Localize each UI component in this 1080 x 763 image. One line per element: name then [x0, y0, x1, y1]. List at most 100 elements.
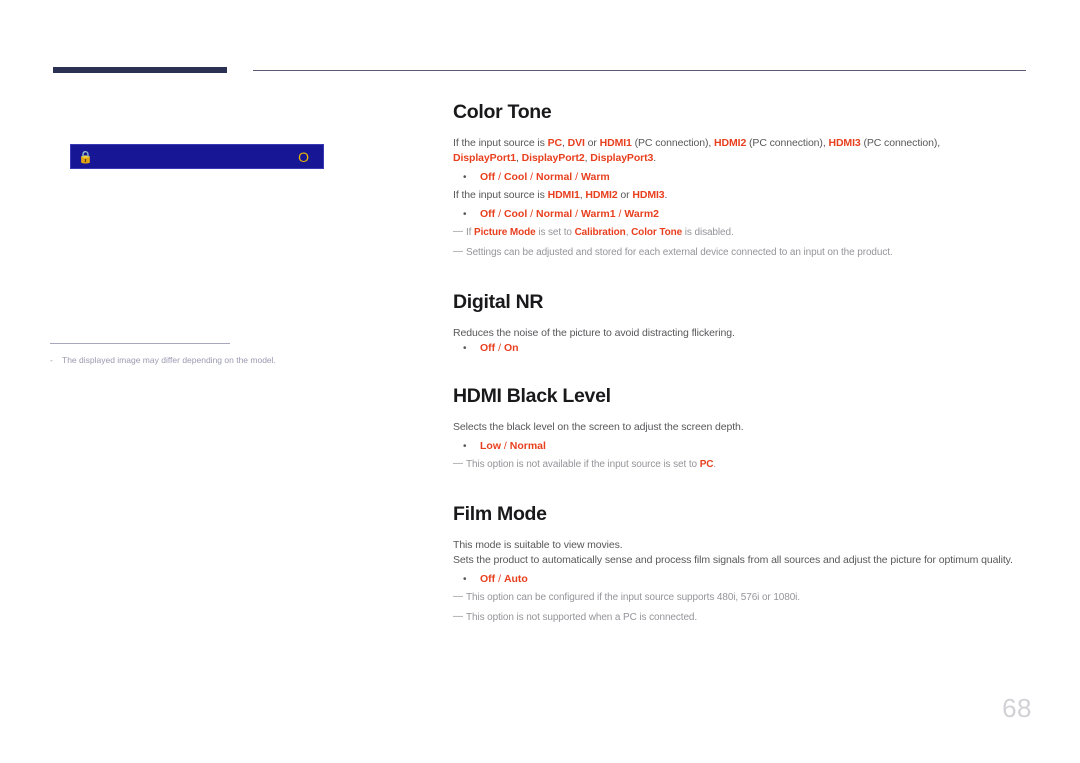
note-dash-icon: —	[453, 246, 463, 257]
body-frag-5: HDMI3	[632, 189, 665, 201]
note-frag-1: Picture Mode	[474, 227, 536, 238]
option-separator: /	[501, 440, 510, 452]
body-frag-8: (PC connection),	[746, 137, 829, 149]
option-value: Auto	[503, 573, 528, 585]
lock-icon: 🔒	[78, 150, 90, 164]
option-list: • Off / Cool / Normal / Warm1 / Warm2	[453, 207, 1028, 222]
bullet-icon: •	[463, 441, 467, 452]
option-list: • Low / Normal	[453, 439, 1028, 454]
page-number: 68	[1002, 693, 1032, 723]
note-frag-6: is disabled.	[682, 227, 734, 238]
footnote-divider	[50, 343, 230, 344]
option-separator: /	[527, 208, 537, 220]
option-value: Off	[480, 573, 496, 585]
body-paragraph: Sets the product to automatically sense …	[453, 553, 1028, 568]
body-frag-0: This mode is suitable to view movies.	[453, 539, 623, 551]
option-value: Warm1	[580, 208, 616, 220]
body-frag-2: DisplayPort2	[521, 152, 585, 164]
footnote-text: The displayed image may differ depending…	[62, 355, 276, 365]
note-paragraph: — Settings can be adjusted and stored for…	[453, 245, 1028, 260]
body-paragraph: If the input source is HDMI1, HDMI2 or H…	[453, 188, 1028, 203]
body-frag-4: or	[617, 189, 633, 201]
section-title: Color Tone	[453, 101, 552, 123]
illustration-footnote: - The displayed image may differ dependin…	[50, 354, 380, 367]
note-frag-0: This option can be configured if the inp…	[466, 592, 800, 603]
body-frag-4: DisplayPort3	[590, 152, 654, 164]
body-frag-7: HDMI2	[714, 137, 747, 149]
body-paragraph: Reduces the noise of the picture to avoi…	[453, 326, 1028, 341]
note-frag-1: PC	[699, 459, 714, 470]
body-paragraph: Selects the black level on the screen to…	[453, 420, 1028, 435]
footnote-dash: -	[50, 355, 53, 365]
option-value: Cool	[503, 208, 528, 220]
note-paragraph: — This option is not available if the inp…	[453, 457, 1028, 472]
body-frag-0: DisplayPort1	[453, 152, 516, 164]
section-title: Film Mode	[453, 503, 547, 525]
option-value: Off	[480, 171, 496, 183]
option-value: Off	[480, 208, 496, 220]
option-separator: /	[572, 208, 581, 220]
body-frag-9: HDMI3	[828, 137, 861, 149]
body-frag-0: If the input source is	[453, 137, 548, 149]
option-value: Normal	[536, 208, 573, 220]
bullet-icon: •	[463, 209, 467, 220]
body-frag-0: Reduces the noise of the picture to avoi…	[453, 327, 735, 339]
manual-page: { "page": { "number": "68", "colors": { …	[0, 0, 1080, 763]
bullet-icon: •	[463, 343, 467, 354]
note-dash-icon: —	[453, 458, 463, 469]
illustration-column: 🔒 O - The displayed image may differ depe…	[0, 0, 440, 763]
option-value: Off	[480, 342, 496, 354]
note-frag-0: If	[466, 227, 475, 238]
note-dash-icon: —	[453, 226, 463, 237]
body-frag-1: PC	[547, 137, 562, 149]
option-value: Warm	[580, 171, 610, 183]
note-dash-icon: —	[453, 611, 463, 622]
note-frag-0: This option is not available if the inpu…	[466, 459, 700, 470]
body-paragraph: This mode is suitable to view movies.	[453, 538, 1028, 553]
body-frag-0: Sets the product to automatically sense …	[453, 554, 1013, 566]
option-list: • Off / Cool / Normal / Warm	[453, 170, 1028, 185]
section-title: HDMI Black Level	[453, 385, 611, 407]
option-value: Normal	[536, 171, 573, 183]
body-frag-6: (PC connection),	[631, 137, 715, 149]
option-value: Low	[480, 440, 501, 452]
note-frag-2: .	[713, 459, 717, 470]
body-frag-6: .	[664, 189, 668, 201]
circle-o-icon: O	[298, 149, 309, 165]
note-frag-0: This option is not supported when a PC i…	[466, 612, 698, 623]
option-separator: /	[495, 573, 504, 585]
body-paragraph: DisplayPort1, DisplayPort2, DisplayPort3…	[453, 151, 1028, 166]
note-paragraph: — This option can be configured if the in…	[453, 590, 1028, 605]
option-value: Warm2	[624, 208, 659, 220]
option-separator: /	[495, 342, 504, 354]
body-frag-3: DVI	[567, 137, 585, 149]
body-frag-10: (PC connection),	[860, 137, 941, 149]
option-value: Normal	[509, 440, 546, 452]
note-frag-5: Color Tone	[631, 227, 683, 238]
body-frag-0: If the input source is	[453, 189, 548, 201]
option-list: • Off / On	[453, 341, 1028, 356]
option-separator: /	[527, 171, 537, 183]
body-frag-3: HDMI2	[585, 189, 618, 201]
note-frag-0: Settings can be adjusted and stored for …	[466, 247, 893, 258]
option-separator: /	[495, 208, 504, 220]
option-value: Cool	[503, 171, 528, 183]
bullet-icon: •	[463, 574, 467, 585]
bullet-icon: •	[463, 172, 467, 183]
body-frag-5: HDMI1	[599, 137, 632, 149]
note-frag-2: is set to	[535, 227, 575, 238]
body-frag-4: or	[584, 137, 600, 149]
option-separator: /	[495, 171, 504, 183]
body-frag-0: Selects the black level on the screen to…	[453, 421, 744, 433]
body-frag-5: .	[653, 152, 657, 164]
note-frag-3: Calibration	[574, 227, 626, 238]
